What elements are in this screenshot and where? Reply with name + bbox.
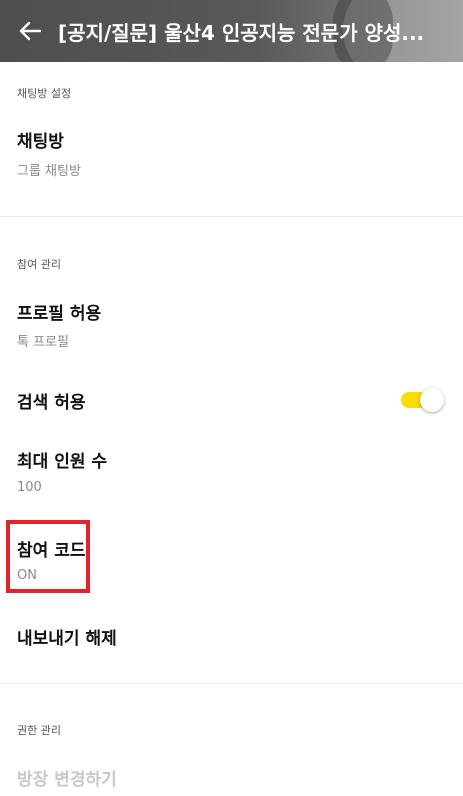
header-bar: [공지/질문] 울산4 인공지능 전문가 양성... bbox=[0, 0, 463, 62]
chatroom-type-value: 그룹 채팅방 bbox=[17, 164, 81, 179]
export-release-title: 내보내기 해제 bbox=[17, 629, 117, 649]
profile-allow-value: 톡 프로필 bbox=[17, 335, 69, 350]
chatroom-title: [공지/질문] 울산4 인공지능 전문가 양성... bbox=[58, 21, 425, 45]
max-members-title: 최대 인원 수 bbox=[17, 452, 108, 472]
section-divider bbox=[0, 216, 463, 217]
section-label-participation: 참여 관리 bbox=[17, 258, 61, 271]
max-members-value: 100 bbox=[17, 480, 42, 495]
section-label-chatroom-settings: 채팅방 설정 bbox=[17, 87, 72, 100]
transfer-owner-title: 방장 변경하기 bbox=[17, 770, 117, 790]
search-allow-title: 검색 허용 bbox=[17, 393, 86, 413]
back-button[interactable] bbox=[14, 15, 46, 47]
arrow-left-icon bbox=[19, 21, 41, 41]
search-allow-toggle[interactable] bbox=[401, 388, 444, 412]
profile-allow-title: 프로필 허용 bbox=[17, 304, 102, 324]
section-label-permissions: 권한 관리 bbox=[17, 724, 61, 737]
section-divider bbox=[0, 683, 463, 684]
chatroom-type-title: 채팅방 bbox=[17, 132, 64, 152]
toggle-knob bbox=[420, 388, 444, 412]
join-code-highlight-box bbox=[6, 520, 90, 593]
app-root: [공지/질문] 울산4 인공지능 전문가 양성... 채팅방 설정 채팅방 그룹… bbox=[0, 0, 463, 796]
